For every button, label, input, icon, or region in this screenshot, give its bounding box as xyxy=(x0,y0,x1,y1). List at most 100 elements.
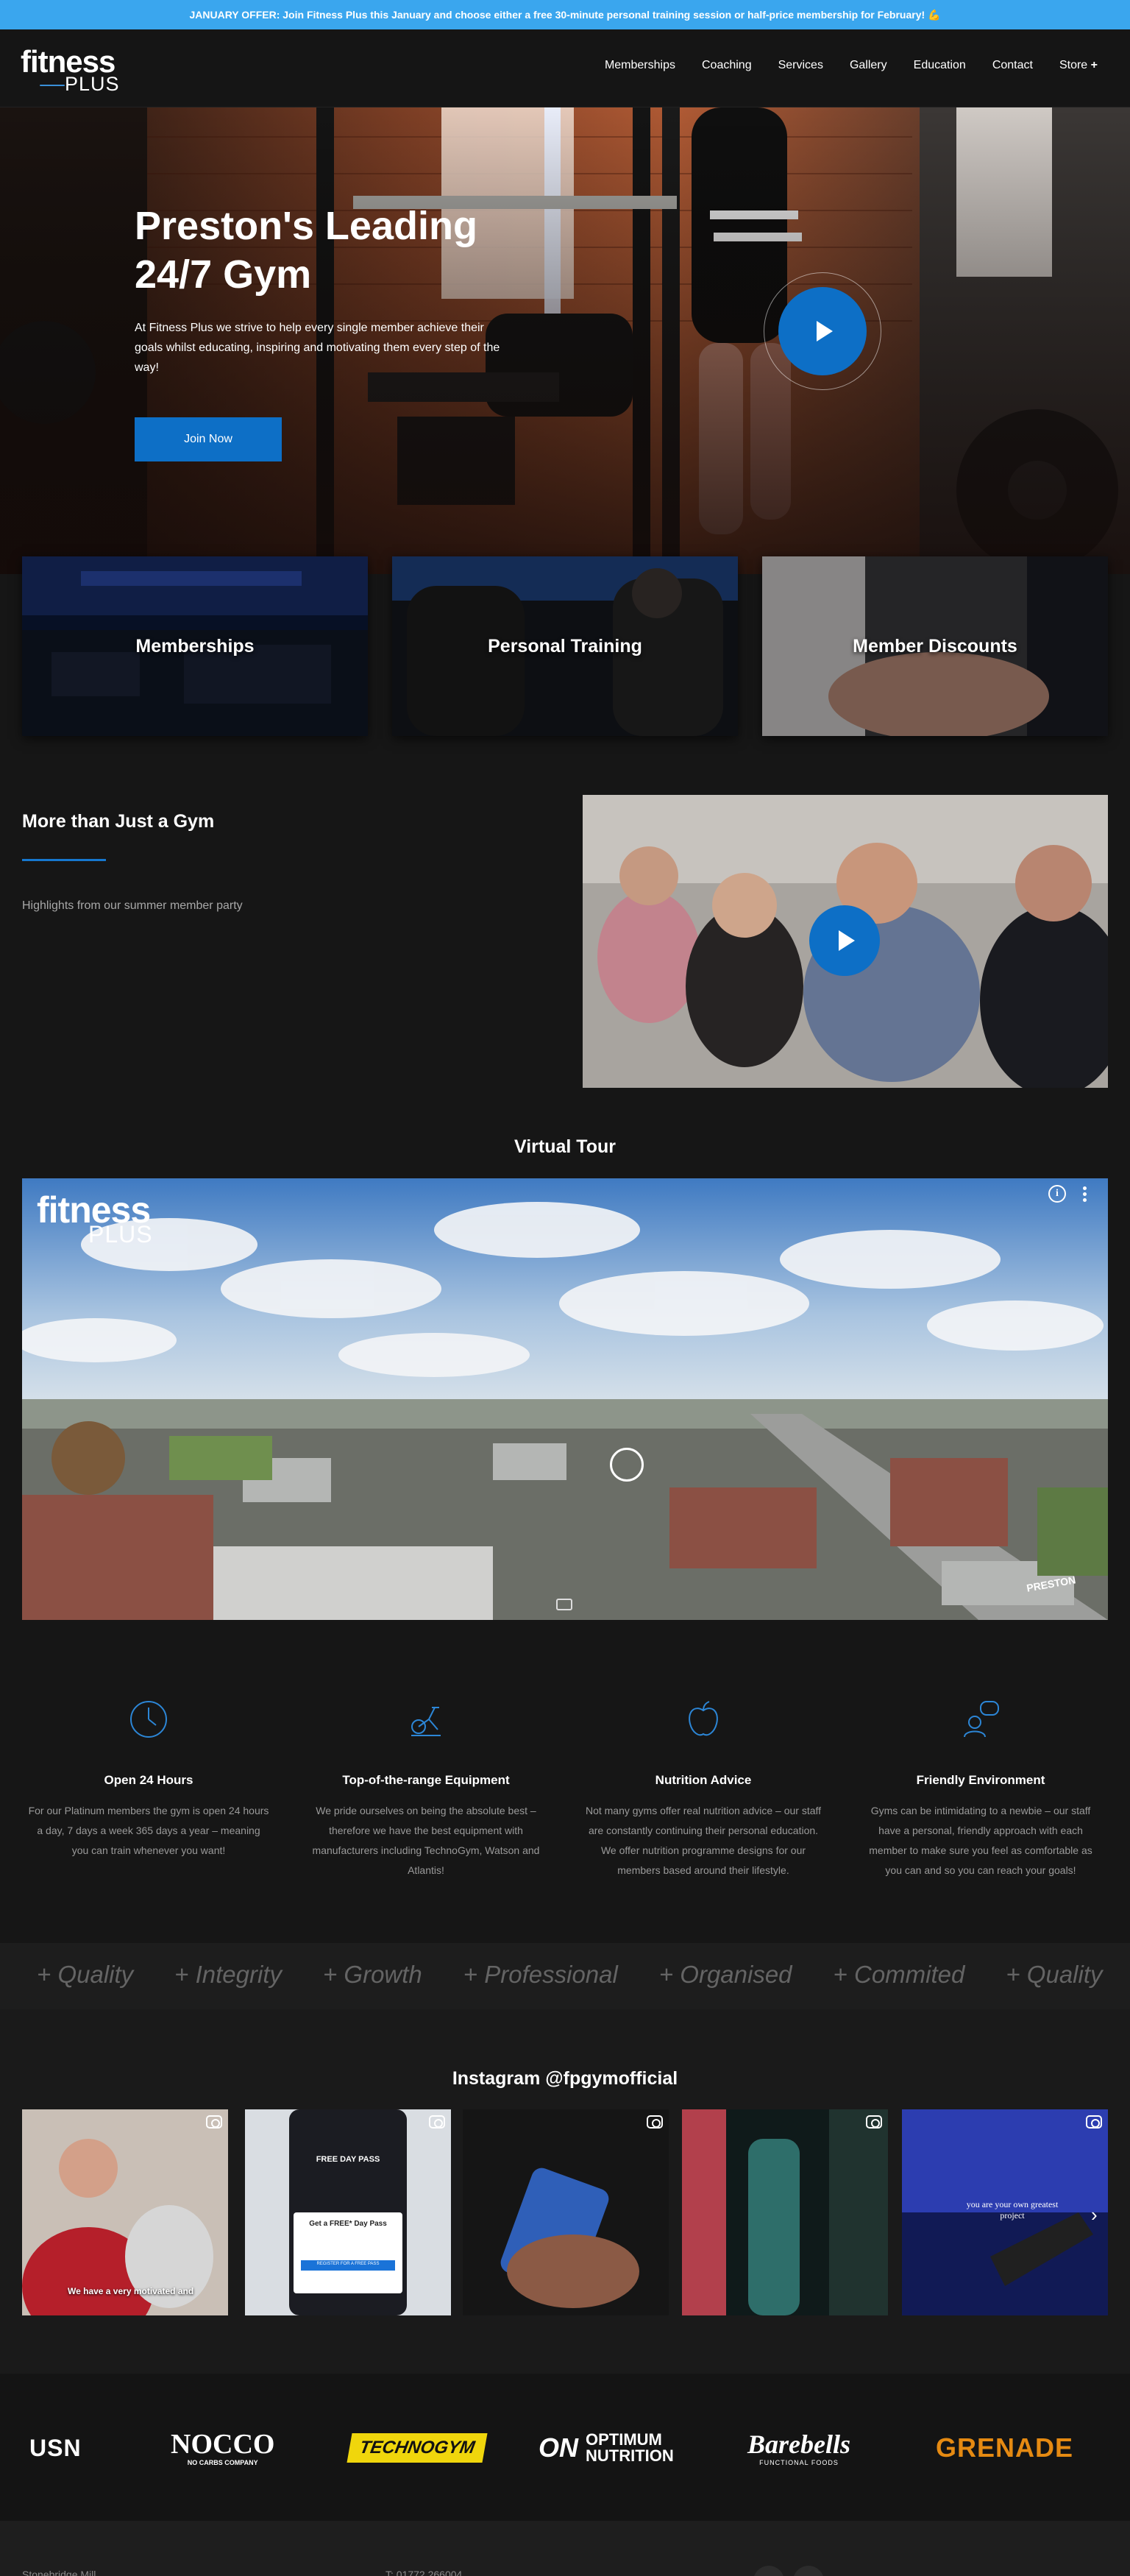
offer-banner[interactable]: JANUARY OFFER: Join Fitness Plus this Ja… xyxy=(0,0,1130,29)
reel-icon xyxy=(206,2115,222,2129)
vr-mode-icon[interactable] xyxy=(556,1599,572,1610)
instagram-post[interactable]: you are your own greatest project xyxy=(902,2109,1108,2315)
more-section-title: More than Just a Gym xyxy=(22,811,215,832)
reel-icon xyxy=(866,2115,882,2129)
feature-title: Top-of-the-range Equipment xyxy=(342,1773,510,1787)
main-nav: Memberships Coaching Services Gallery Ed… xyxy=(605,59,1098,72)
value-item: + Growth xyxy=(322,1961,422,1988)
card-member-discounts[interactable]: Member Discounts xyxy=(762,556,1108,736)
brand-on-word2: NUTRITION xyxy=(586,2446,674,2465)
hero-play-button[interactable] xyxy=(778,287,867,375)
feature-nutrition: Nutrition Advice Not many gyms offer rea… xyxy=(571,1697,836,1880)
brand-grenade-text: GRENADE xyxy=(936,2432,1074,2463)
post-caption: We have a very motivated and xyxy=(68,2286,194,2296)
brand-on-word1: OPTIMUM xyxy=(586,2430,662,2449)
instagram-post[interactable] xyxy=(682,2109,888,2315)
reel-icon xyxy=(1086,2115,1102,2129)
nav-coaching[interactable]: Coaching xyxy=(702,59,752,72)
join-now-button[interactable]: Join Now xyxy=(135,417,282,461)
feature-text: Not many gyms offer real nutrition advic… xyxy=(585,1805,822,1876)
card-label: Personal Training xyxy=(488,635,642,657)
post-caption: you are your own greatest project xyxy=(966,2199,1059,2221)
values-ticker: + Quality + Integrity + Growth + Profess… xyxy=(0,1943,1130,2009)
phone-card-heading: Get a FREE* Day Pass xyxy=(309,2220,387,2228)
hero-text: At Fitness Plus we strive to help every … xyxy=(135,322,500,374)
info-icon[interactable]: i xyxy=(1048,1185,1066,1203)
card-personal-training[interactable]: Personal Training xyxy=(392,556,738,736)
brand-on-words: OPTIMUM NUTRITION xyxy=(586,2432,674,2464)
post-image xyxy=(682,2109,888,2315)
feature-text: Gyms can be intimidating to a newbie – o… xyxy=(869,1805,1092,1876)
feature-title: Open 24 Hours xyxy=(104,1773,193,1787)
brand-usn-text: USN xyxy=(29,2434,82,2461)
brand-barebells-tagline: FUNCTIONAL FOODS xyxy=(759,2459,839,2466)
nav-gallery[interactable]: Gallery xyxy=(850,59,887,72)
site-footer xyxy=(0,2521,1130,2576)
more-section-subtitle: Highlights from our summer member party xyxy=(22,899,243,912)
site-logo[interactable]: fitness PLUS xyxy=(21,44,131,97)
exercise-bike-icon xyxy=(411,1707,441,1736)
value-item: + Organised xyxy=(658,1961,792,1988)
chevron-right-icon[interactable]: › xyxy=(1091,2204,1098,2226)
offer-banner-text: JANUARY OFFER: Join Fitness Plus this Ja… xyxy=(189,8,941,21)
post-image xyxy=(463,2109,669,2315)
feature-equipment: Top-of-the-range Equipment We pride ours… xyxy=(294,1697,558,1880)
footer-telephone[interactable]: T: 01772 266004 xyxy=(385,2569,462,2576)
instagram-post[interactable]: We have a very motivated and xyxy=(22,2109,228,2315)
play-icon xyxy=(817,321,833,342)
tour-hotspot[interactable] xyxy=(610,1448,644,1482)
plus-icon: + xyxy=(1090,59,1098,71)
brand-technogym: TECHNOGYM xyxy=(347,2427,488,2469)
tour-logo-plus: PLUS xyxy=(88,1221,153,1248)
nav-store[interactable]: Store + xyxy=(1059,59,1098,72)
value-item: + Professional xyxy=(463,1961,618,1988)
brand-usn: USN xyxy=(29,2427,82,2469)
feature-title: Friendly Environment xyxy=(916,1773,1045,1787)
chat-people-icon xyxy=(964,1701,999,1738)
post-image xyxy=(22,2109,228,2315)
title-underline xyxy=(22,859,106,861)
clock-icon xyxy=(130,1701,167,1738)
feature-open-24-hours: Open 24 Hours For our Platinum members t… xyxy=(16,1697,281,1861)
instagram-title: Instagram @fpgymofficial xyxy=(452,2068,678,2089)
instagram-post[interactable]: FREE DAY PASS Get a FREE* Day Pass REGIS… xyxy=(245,2109,451,2315)
party-play-button[interactable] xyxy=(809,905,880,976)
brand-barebells-text: Barebells xyxy=(747,2430,850,2459)
feature-text: For our Platinum members the gym is open… xyxy=(28,1805,269,1856)
brand-barebells: Barebells FUNCTIONAL FOODS xyxy=(747,2427,850,2469)
brand-nocco-text: NOCCO xyxy=(171,2429,275,2460)
post-caption: FREE DAY PASS xyxy=(316,2155,380,2164)
reel-icon xyxy=(647,2115,663,2129)
brand-nocco: NOCCO NO CARBS COMPANY xyxy=(171,2427,274,2469)
feature-text: We pride ourselves on being the absolute… xyxy=(312,1805,540,1876)
hero-title: Preston's Leading 24/7 Gym xyxy=(135,204,477,297)
play-icon xyxy=(839,930,855,951)
virtual-tour-viewer[interactable]: fitness PLUS xyxy=(22,1178,1108,1620)
value-item: + Quality xyxy=(37,1961,134,1988)
logo-word-plus: PLUS xyxy=(65,73,120,95)
virtual-tour-title: Virtual Tour xyxy=(514,1136,616,1157)
apple-icon xyxy=(689,1701,718,1736)
on-logo-mark: ON xyxy=(539,2432,578,2463)
value-item: + Integrity xyxy=(174,1961,282,1988)
nav-contact[interactable]: Contact xyxy=(992,59,1033,72)
nav-store-label: Store xyxy=(1059,59,1088,71)
phone-card-button: REGISTER FOR A FREE PASS xyxy=(316,2262,380,2266)
nav-education[interactable]: Education xyxy=(914,59,966,72)
brand-nocco-tagline: NO CARBS COMPANY xyxy=(187,2459,258,2466)
card-label: Member Discounts xyxy=(853,635,1017,657)
nav-memberships[interactable]: Memberships xyxy=(605,59,675,72)
logo-swoosh xyxy=(40,85,65,86)
brand-grenade: GRENADE xyxy=(936,2427,1073,2469)
more-options-icon[interactable] xyxy=(1083,1186,1087,1203)
post-image xyxy=(245,2109,451,2315)
aerial-panorama xyxy=(22,1178,1108,1620)
reel-icon xyxy=(429,2115,445,2129)
instagram-post[interactable] xyxy=(463,2109,669,2315)
card-memberships[interactable]: Memberships xyxy=(22,556,368,736)
brand-technogym-text: TECHNOGYM xyxy=(347,2433,488,2463)
footer-address: Stonebridge Mill xyxy=(22,2569,96,2576)
values-row: + Quality + Integrity + Growth + Profess… xyxy=(37,1961,1103,1989)
nav-services[interactable]: Services xyxy=(778,59,823,72)
value-item: + Quality xyxy=(1006,1961,1103,1988)
